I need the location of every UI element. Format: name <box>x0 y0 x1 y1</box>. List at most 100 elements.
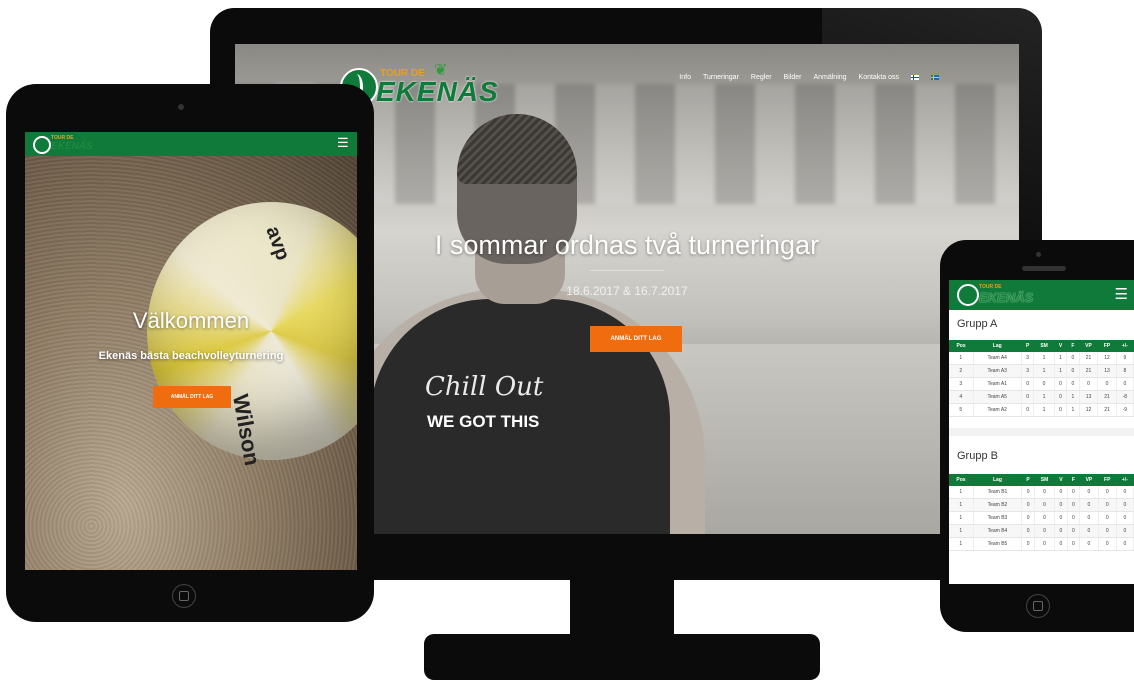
home-button-icon[interactable] <box>1026 594 1050 618</box>
nav-item-bilder[interactable]: Bilder <box>784 74 802 81</box>
table-cell: 0 <box>1054 498 1068 512</box>
table-cell: 0 <box>1116 537 1134 551</box>
table-cell: 0 <box>1079 511 1099 525</box>
phone-header: TOUR DE EKENÄS ☰ <box>949 280 1134 310</box>
swedish-flag-icon[interactable] <box>931 75 939 80</box>
table-cell: 0 <box>1066 377 1080 391</box>
hamburger-menu-icon[interactable]: ☰ <box>1115 287 1128 302</box>
table-cell: 21 <box>1079 352 1099 365</box>
table-cell: 0 <box>1116 498 1134 512</box>
column-header: SM <box>1033 340 1055 352</box>
table-cell: Team B4 <box>973 524 1023 538</box>
table-cell: Team A1 <box>973 377 1022 391</box>
register-team-button[interactable]: ANMÄL DITT LAG <box>153 386 231 408</box>
nav-item-anmalning[interactable]: Anmälning <box>813 74 846 81</box>
table-cell: 1 <box>949 537 974 551</box>
table-cell: 0 <box>1034 524 1056 538</box>
table-row: 1 Team B2 0 0 0 0 0 0 0 <box>949 498 1134 512</box>
table-cell: Team A5 <box>973 390 1022 404</box>
nav-item-info[interactable]: Info <box>679 74 691 81</box>
nav-item-regler[interactable]: Regler <box>751 74 772 81</box>
table-cell: 1 <box>1033 403 1055 417</box>
monitor-stand-base <box>424 634 820 680</box>
table-cell: 0 <box>1021 377 1035 391</box>
home-button-icon[interactable] <box>172 584 196 608</box>
table-cell: 1 <box>949 352 974 365</box>
table-cell: Team A3 <box>973 364 1022 378</box>
column-header: P <box>1021 340 1034 352</box>
group-a-body: 1 Team A4 3 1 1 0 21 12 9 2 Team A3 3 1 1 0 21 13 8 3 Team … <box>949 352 1134 417</box>
tablet-screen: avp Wilson TOUR DE EKENÄS ☰ Välkommen Ek… <box>25 132 357 570</box>
table-cell: 0 <box>1034 498 1056 512</box>
table-cell: Team A4 <box>973 352 1022 365</box>
volleyball-logo-icon[interactable] <box>33 136 51 154</box>
table-cell: 12 <box>1097 352 1117 365</box>
table-cell: 0 <box>1021 524 1035 538</box>
table-cell: 0 <box>1021 486 1035 499</box>
table-cell: 3 <box>1021 352 1035 365</box>
table-cell: 5 <box>949 403 974 417</box>
table-cell: 8 <box>1116 364 1134 378</box>
shirt-print-bold: WE GOT THIS <box>427 412 540 431</box>
table-cell: 0 <box>1067 511 1081 525</box>
phone-speaker <box>1022 266 1066 271</box>
table-row: 4 Team A5 0 1 0 1 13 21 -8 <box>949 390 1134 404</box>
register-team-button[interactable]: ANMÄL DITT LAG <box>590 326 682 352</box>
table-cell: 0 <box>1067 537 1081 551</box>
column-header: +/- <box>1116 474 1134 486</box>
column-header: F <box>1067 474 1080 486</box>
table-cell: 0 <box>1067 486 1081 499</box>
table-cell: 21 <box>1097 390 1117 404</box>
table-cell: 0 <box>1098 498 1117 512</box>
logo-big-text: EKENÄS <box>51 141 93 152</box>
table-cell: 0 <box>1021 537 1035 551</box>
table-cell: 2 <box>949 364 974 378</box>
volleyball-logo-icon[interactable] <box>957 284 979 306</box>
table-row: 1 Team B3 0 0 0 0 0 0 0 <box>949 511 1134 525</box>
column-header: Pos <box>949 340 974 352</box>
table-cell: 12 <box>1079 403 1099 417</box>
table-cell: 0 <box>1054 486 1068 499</box>
table-cell: 1 <box>1054 364 1068 378</box>
table-row: 1 Team B4 0 0 0 0 0 0 0 <box>949 524 1134 538</box>
tablet-camera <box>178 104 184 110</box>
table-cell: 1 <box>1033 364 1055 378</box>
table-cell: 1 <box>949 486 974 499</box>
table-cell: 0 <box>1067 498 1081 512</box>
main-navigation: Info Turneringar Regler Bilder Anmälning… <box>679 74 939 81</box>
table-cell: 0 <box>1098 486 1117 499</box>
column-header: F <box>1066 340 1080 352</box>
table-cell: 13 <box>1079 390 1099 404</box>
welcome-title: Välkommen <box>132 308 250 333</box>
tablet-header: TOUR DE EKENÄS ☰ <box>25 132 357 156</box>
table-cell: 1 <box>1033 352 1055 365</box>
group-title: Grupp B <box>957 450 998 462</box>
table-cell: 4 <box>949 390 974 404</box>
table-cell: 0 <box>1116 377 1134 391</box>
table-cell: 1 <box>949 511 974 525</box>
logo-big-text: EKENÄS <box>376 76 499 107</box>
standings-table-b: Pos Lag P SM V F VP FP +/- 1 Team B1 0 0 0 0 0… <box>949 474 1134 551</box>
column-header: FP <box>1097 340 1117 352</box>
table-cell: 3 <box>949 377 974 391</box>
standings-table-a: Pos Lag P SM V F VP FP +/- 1 Team A4 3 1 1 0 2… <box>949 340 1134 417</box>
table-cell: 0 <box>1098 537 1117 551</box>
table-cell: 0 <box>1116 486 1134 499</box>
phone-screen: TOUR DE EKENÄS ☰ Grupp A Pos Lag P SM V … <box>949 280 1134 584</box>
column-header: FP <box>1098 474 1117 486</box>
table-cell: 0 <box>1066 364 1080 378</box>
table-cell: Team B3 <box>973 511 1023 525</box>
table-row: 2 Team A3 3 1 1 0 21 13 8 <box>949 364 1134 378</box>
hero-divider <box>590 270 664 271</box>
welcome-subtitle: Ekenäs bästa beachvolleyturnering <box>98 350 284 362</box>
table-cell: 0 <box>1021 511 1035 525</box>
table-cell: 1 <box>1066 403 1080 417</box>
table-cell: 0 <box>1079 498 1099 512</box>
table-cell: 0 <box>1079 537 1099 551</box>
nav-item-kontakta-oss[interactable]: Kontakta oss <box>859 74 899 81</box>
table-cell: 0 <box>1098 511 1117 525</box>
column-header: SM <box>1034 474 1055 486</box>
hamburger-menu-icon[interactable]: ☰ <box>337 136 349 149</box>
nav-item-turneringar[interactable]: Turneringar <box>703 74 739 81</box>
finnish-flag-icon[interactable] <box>911 75 919 80</box>
